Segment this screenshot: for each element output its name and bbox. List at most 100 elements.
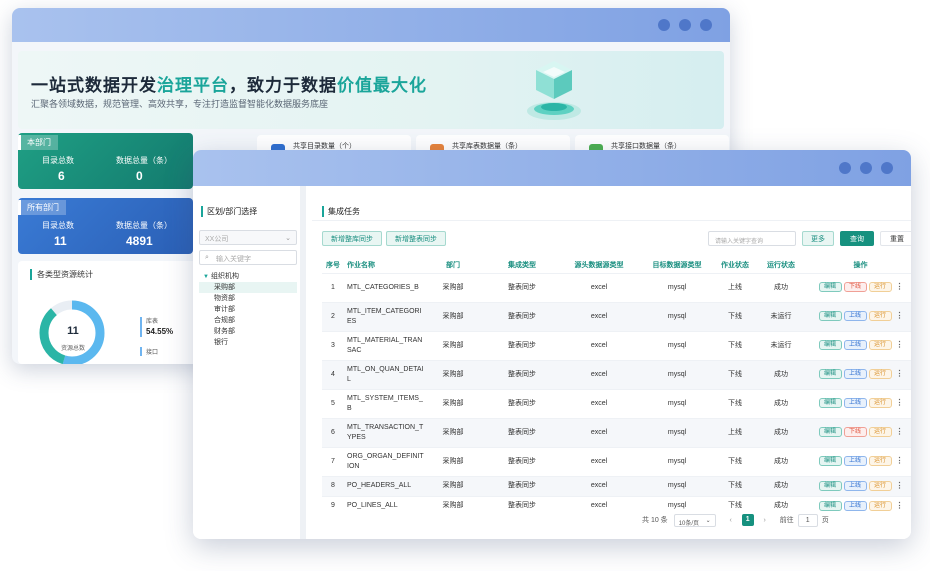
add-db-sync-button[interactable]: 新增整库同步 — [322, 231, 382, 246]
more-options-icon[interactable]: ⋮ — [896, 340, 904, 350]
toggle-online-button[interactable]: 下线 — [843, 282, 867, 293]
source-type: excel — [562, 495, 636, 516]
window-control-dot[interactable] — [839, 162, 851, 174]
table-row: 4 MTL_ON_QUAN_DETAIL 采购部 整表同步 excel mysql 下线 成功… — [322, 359, 911, 389]
integration-task-window: 区划/部门选择 XX公司 ⌄ ⌕ 输入关键字 ▼ 组织机构 采购部 物资部 审计部 合… — [193, 150, 911, 539]
edit-button[interactable]: 编辑 — [818, 427, 842, 438]
current-page[interactable]: 1 — [741, 514, 754, 526]
department: 采购部 — [424, 475, 482, 496]
toggle-online-button[interactable]: 上线 — [843, 398, 867, 409]
integration-type: 整表同步 — [482, 359, 562, 389]
row-number: 5 — [322, 388, 344, 418]
screenshot-stage: 一站式数据开发治理平台，致力于数据价值最大化 汇聚各领域数据，规范管理、高效共享… — [0, 0, 930, 571]
tree-node-compliance[interactable]: 合规部 — [199, 315, 297, 326]
column-header: 作业状态 — [718, 258, 752, 273]
edit-button[interactable]: 编辑 — [818, 398, 842, 409]
column-header: 集成类型 — [482, 258, 562, 273]
toggle-online-button[interactable]: 上线 — [843, 340, 867, 351]
more-options-icon[interactable]: ⋮ — [896, 427, 904, 437]
pagination: 共 10 条 10条/页 ⌄ ‹ 1 › 前往 1 页 — [642, 513, 829, 527]
more-options-icon[interactable]: ⋮ — [896, 369, 904, 379]
table-row: 5 MTL_SYSTEM_ITEMS_B 采购部 整表同步 excel mysql 下线 成功… — [322, 388, 911, 418]
prev-page-icon[interactable]: ‹ — [724, 514, 738, 527]
edit-button[interactable]: 编辑 — [818, 369, 842, 380]
run-button[interactable]: 运行 — [868, 369, 892, 380]
window-control-dot[interactable] — [700, 19, 712, 31]
window-titlebar — [193, 150, 911, 186]
run-button[interactable]: 运行 — [868, 500, 892, 511]
toggle-online-button[interactable]: 上线 — [843, 500, 867, 511]
job-name: PO_LINES_ALL — [344, 495, 424, 516]
run-button[interactable]: 运行 — [868, 427, 892, 438]
edit-button[interactable]: 编辑 — [818, 311, 842, 322]
edit-button[interactable]: 编辑 — [818, 456, 842, 467]
run-button[interactable]: 运行 — [868, 311, 892, 322]
more-button[interactable]: 更多 — [802, 231, 834, 246]
tree-node-bank[interactable]: 银行 — [199, 337, 297, 348]
tree-node-procurement[interactable]: 采购部 — [199, 282, 297, 293]
edit-button[interactable]: 编辑 — [818, 282, 842, 293]
toggle-online-button[interactable]: 上线 — [843, 456, 867, 467]
toggle-online-button[interactable]: 上线 — [843, 480, 867, 491]
source-type: excel — [562, 272, 636, 302]
page-size-select[interactable]: 10条/页 ⌄ — [673, 513, 716, 527]
run-button[interactable]: 运行 — [868, 340, 892, 351]
source-type: excel — [562, 330, 636, 360]
department: 采购部 — [424, 417, 482, 447]
search-button[interactable]: 查询 — [840, 231, 874, 246]
tree-node-finance[interactable]: 财务部 — [199, 326, 297, 337]
company-select[interactable]: XX公司 ⌄ — [199, 230, 297, 245]
source-type: excel — [562, 446, 636, 476]
tree-node-audit[interactable]: 审计部 — [199, 304, 297, 315]
column-header: 源头数据源类型 — [562, 258, 636, 273]
more-options-icon[interactable]: ⋮ — [896, 501, 904, 511]
run-button[interactable]: 运行 — [868, 480, 892, 491]
run-button[interactable]: 运行 — [868, 282, 892, 293]
run-button[interactable]: 运行 — [868, 456, 892, 467]
legend-api-label: 接口 — [140, 347, 158, 356]
all-departments-card: 所有部门 目录总数 11 数据总量（条） 4891 — [18, 198, 193, 254]
run-status: 未运行 — [752, 301, 810, 331]
target-type: mysql — [636, 388, 718, 418]
hero-banner: 一站式数据开发治理平台，致力于数据价值最大化 汇聚各领域数据，规范管理、高效共享… — [18, 51, 724, 129]
catalog-count-label: 目录总数 — [42, 221, 74, 230]
toggle-online-button[interactable]: 下线 — [843, 427, 867, 438]
window-control-dot[interactable] — [679, 19, 691, 31]
edit-button[interactable]: 编辑 — [818, 500, 842, 511]
integration-type: 整表同步 — [482, 272, 562, 302]
more-options-icon[interactable]: ⋮ — [896, 456, 904, 466]
column-header: 序号 — [322, 258, 344, 273]
window-control-dot[interactable] — [860, 162, 872, 174]
tree-root[interactable]: ▼ 组织机构 — [199, 270, 297, 282]
data-total-value: 0 — [136, 169, 143, 183]
window-control-dot[interactable] — [881, 162, 893, 174]
row-actions: 编辑 上线 运行 ⋮ — [810, 301, 911, 331]
window-control-dot[interactable] — [658, 19, 670, 31]
more-options-icon[interactable]: ⋮ — [896, 398, 904, 408]
source-type: excel — [562, 475, 636, 496]
department: 采购部 — [424, 272, 482, 302]
toggle-online-button[interactable]: 上线 — [843, 369, 867, 380]
row-actions: 编辑 上线 运行 ⋮ — [810, 446, 911, 476]
more-options-icon[interactable]: ⋮ — [896, 282, 904, 292]
tree-node-materials[interactable]: 物资部 — [199, 293, 297, 304]
divider — [312, 220, 911, 221]
run-button[interactable]: 运行 — [868, 398, 892, 409]
reset-button[interactable]: 重置 — [880, 231, 911, 246]
edit-button[interactable]: 编辑 — [818, 340, 842, 351]
row-actions: 编辑 上线 运行 ⋮ — [810, 475, 911, 496]
edit-button[interactable]: 编辑 — [818, 480, 842, 491]
table-row: 8 PO_HEADERS_ALL 采购部 整表同步 excel mysql 下线 成功 编辑 上线… — [322, 475, 911, 496]
keyword-search-input[interactable]: 请输入关键字查询 — [708, 231, 796, 246]
donut-total-label: 资源总数 — [60, 346, 85, 352]
more-options-icon[interactable]: ⋮ — [896, 481, 904, 491]
add-table-sync-button[interactable]: 新增整表同步 — [386, 231, 446, 246]
source-type: excel — [562, 301, 636, 331]
department-tag: 所有部门 — [18, 200, 66, 215]
more-options-icon[interactable]: ⋮ — [896, 311, 904, 321]
job-status: 下线 — [718, 446, 752, 476]
goto-page-input[interactable]: 1 — [797, 513, 818, 527]
next-page-icon[interactable]: › — [758, 514, 772, 527]
toggle-online-button[interactable]: 上线 — [843, 311, 867, 322]
tree-search-input[interactable]: ⌕ 输入关键字 — [199, 250, 297, 265]
